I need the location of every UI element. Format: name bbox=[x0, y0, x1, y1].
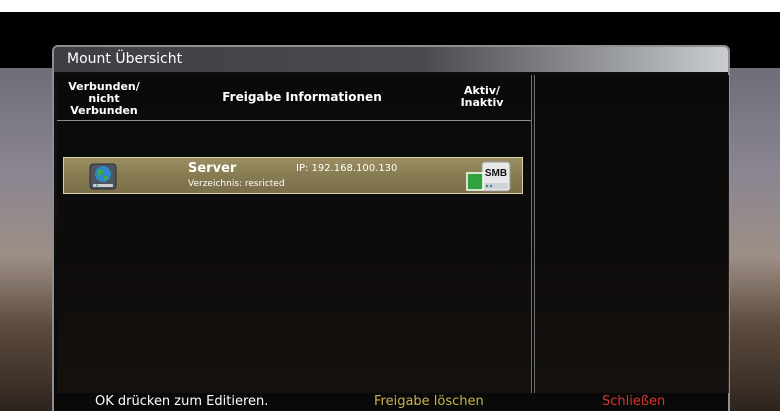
header-connected: Verbunden/ nicht Verbunden bbox=[68, 80, 140, 117]
smb-label: SMB bbox=[485, 168, 507, 179]
footer-bar: OK drücken zum Editieren. Freigabe lösch… bbox=[0, 391, 780, 411]
share-ip: IP: 192.168.100.130 bbox=[296, 163, 398, 174]
background-left-edge bbox=[0, 68, 52, 411]
header-share-info: Freigabe Informationen bbox=[222, 90, 382, 104]
window-title: Mount Übersicht bbox=[67, 51, 183, 67]
mount-list-item[interactable]: Server IP: 192.168.100.130 Verzeichnis: … bbox=[63, 157, 523, 194]
mount-list-panel: Verbunden/ nicht Verbunden Freigabe Info… bbox=[57, 75, 532, 393]
share-directory: Verzeichnis: resricted bbox=[188, 179, 285, 189]
share-name: Server bbox=[188, 161, 237, 176]
header-divider bbox=[57, 120, 531, 121]
top-white-strip bbox=[0, 0, 780, 12]
network-drive-globe-icon bbox=[89, 163, 117, 190]
header-active: Aktiv/ Inaktiv bbox=[460, 84, 504, 109]
delete-share-button[interactable]: Freigabe löschen bbox=[374, 394, 484, 409]
details-panel bbox=[534, 75, 729, 393]
ok-edit-hint: OK drücken zum Editieren. bbox=[95, 394, 269, 409]
title-bar: Mount Übersicht bbox=[54, 47, 728, 72]
smb-drive-icon: SMB bbox=[466, 161, 511, 192]
mount-overview-window: Mount Übersicht Verbunden/ nicht Verbund… bbox=[52, 45, 730, 411]
close-button[interactable]: Schließen bbox=[602, 394, 665, 409]
background-right-edge bbox=[730, 68, 780, 411]
